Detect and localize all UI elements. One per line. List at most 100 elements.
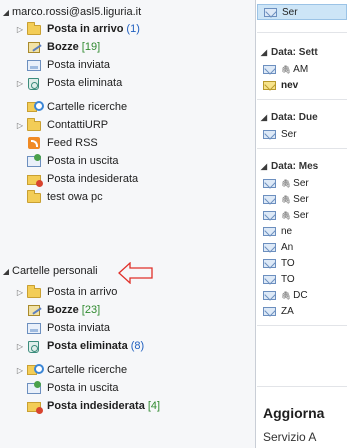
message-item[interactable]: 🖇 Ser [257, 207, 347, 223]
date-group-label: Data: Mes [271, 160, 319, 172]
message-item-selected[interactable]: Ser [257, 4, 347, 20]
message-item[interactable]: 🖇 AM [257, 61, 347, 77]
envelope-icon [263, 242, 277, 252]
deleted-icon [26, 339, 42, 353]
annotation-arrow-icon [118, 262, 153, 284]
envelope-icon [263, 306, 277, 316]
folder-item[interactable]: Posta in uscita [0, 152, 255, 170]
collapse-triangle-icon[interactable]: ◢ [257, 162, 271, 171]
preview-title: Aggiorna [263, 405, 325, 421]
date-group-header[interactable]: ◢ Data: Due [257, 109, 347, 125]
folder-label: Posta in arrivo [47, 286, 118, 298]
unread-count-badge: [4] [147, 400, 161, 412]
folder-label: Feed RSS [47, 137, 98, 149]
folder-item[interactable]: Posta in uscita [0, 379, 255, 397]
personal-folders-label: Cartelle personali [12, 265, 98, 277]
folder-label: Posta eliminata [47, 77, 123, 89]
message-item[interactable]: ne [257, 223, 347, 239]
message-subject: Ser [293, 209, 309, 221]
divider [257, 32, 347, 33]
message-subject: AM [293, 63, 309, 75]
folder-item[interactable]: ▷ Posta in arrivo [0, 283, 255, 301]
expand-triangle-icon[interactable]: ▷ [14, 288, 26, 297]
reply-envelope-icon [263, 64, 277, 74]
message-item[interactable]: 🖇 Ser [257, 191, 347, 207]
envelope-icon [263, 226, 277, 236]
folder-item[interactable]: test owa pc [0, 188, 255, 206]
expand-triangle-icon[interactable]: ▷ [14, 121, 26, 130]
attachment-icon: 🖇 [281, 178, 292, 188]
collapse-triangle-icon[interactable]: ◢ [0, 267, 12, 276]
folder-item[interactable]: ▷ Posta eliminata [0, 74, 255, 92]
divider [257, 386, 347, 387]
junk-icon [26, 399, 43, 414]
date-group-label: Data: Sett [271, 46, 318, 58]
folder-item[interactable]: ▷ Posta in arrivo (1) [0, 20, 255, 38]
envelope-icon [263, 258, 277, 268]
sent-icon [26, 321, 42, 335]
message-item[interactable]: nev [257, 77, 347, 93]
account-root[interactable]: ◢ marco.rossi@asl5.liguria.it [0, 3, 255, 21]
message-item[interactable]: TO [257, 271, 347, 287]
drafts-icon [26, 40, 42, 54]
folder-item[interactable]: Posta indesiderata [0, 170, 255, 188]
folder-label: Posta indesiderata [47, 400, 145, 412]
attachment-icon: 🖇 [281, 64, 292, 74]
sent-icon [26, 58, 42, 72]
divider [257, 99, 347, 100]
message-item[interactable]: Ser [257, 126, 347, 142]
search-folder-icon [26, 100, 44, 114]
folder-label: Posta in uscita [47, 382, 119, 394]
date-group-label: Data: Due [271, 111, 318, 123]
expand-triangle-icon[interactable]: ▷ [14, 79, 26, 88]
message-item[interactable]: TO [257, 255, 347, 271]
folder-item[interactable]: Bozze [23] [0, 301, 255, 319]
date-group-header[interactable]: ◢ Data: Mes [257, 158, 347, 174]
account-label: marco.rossi@asl5.liguria.it [12, 6, 142, 18]
folder-item[interactable]: Posta inviata [0, 56, 255, 74]
attachment-icon: 🖇 [281, 194, 292, 204]
message-item[interactable]: ZA [257, 303, 347, 319]
folder-item[interactable]: Bozze [19] [0, 38, 255, 56]
message-subject: An [281, 241, 294, 253]
folder-label: Cartelle ricerche [47, 364, 128, 376]
unread-count-badge: [23] [81, 304, 101, 316]
collapse-triangle-icon[interactable]: ◢ [0, 8, 12, 17]
folder-label: Posta inviata [47, 322, 110, 334]
folder-item[interactable]: Cartelle ricerche [0, 98, 255, 116]
folder-label: Posta indesiderata [47, 173, 139, 185]
folder-item[interactable]: Posta indesiderata [4] [0, 397, 255, 415]
unread-count-badge: (8) [130, 340, 145, 352]
unread-count-badge: (1) [126, 23, 140, 35]
message-item[interactable]: An [257, 239, 347, 255]
folder-label: Bozze [47, 41, 79, 53]
envelope-icon [263, 290, 277, 300]
expand-triangle-icon[interactable]: ▷ [14, 342, 26, 351]
folder-icon [26, 118, 42, 132]
message-item[interactable]: 🖇 Ser [257, 175, 347, 191]
rss-icon [26, 136, 42, 150]
collapse-triangle-icon[interactable]: ◢ [257, 48, 271, 57]
folder-label: Cartelle ricerche [47, 101, 128, 113]
folder-item[interactable]: Posta inviata [0, 319, 255, 337]
folder-label: Posta eliminata [47, 340, 128, 352]
envelope-icon [263, 129, 277, 139]
divider [257, 148, 347, 149]
folder-label: Posta in uscita [47, 155, 119, 167]
folder-label: Bozze [47, 304, 79, 316]
expand-triangle-icon[interactable]: ▷ [14, 25, 26, 34]
envelope-icon [263, 178, 277, 188]
folder-pane: ◢ marco.rossi@asl5.liguria.it ▷ Posta in … [0, 0, 256, 448]
folder-label: Posta inviata [47, 59, 110, 71]
collapse-triangle-icon[interactable]: ◢ [257, 113, 271, 122]
folder-item[interactable]: Feed RSS [0, 134, 255, 152]
date-group-header[interactable]: ◢ Data: Sett [257, 44, 347, 60]
folder-item[interactable]: ▷ Cartelle ricerche [0, 361, 255, 379]
expand-triangle-icon[interactable]: ▷ [14, 366, 26, 375]
divider [257, 325, 347, 326]
folder-item[interactable]: ▷ Posta eliminata (8) [0, 337, 255, 355]
message-item[interactable]: 🖇 DC [257, 287, 347, 303]
folder-item[interactable]: ▷ ContattiURP [0, 116, 255, 134]
inbox-icon [26, 285, 42, 299]
message-subject: nev [281, 79, 299, 91]
